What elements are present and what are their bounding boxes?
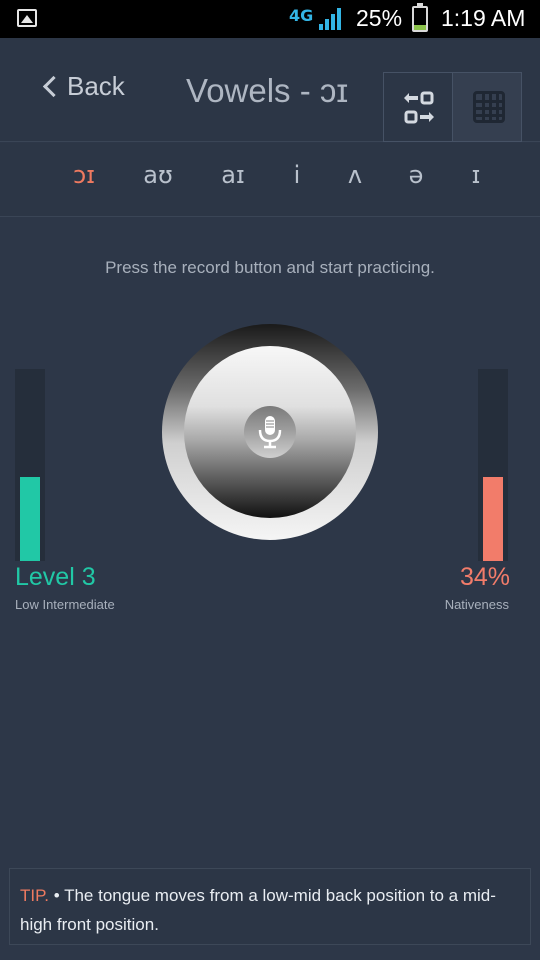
- battery-icon: [412, 3, 428, 32]
- tip-label: TIP.: [20, 886, 49, 905]
- tip-body: • The tongue moves from a low-mid back p…: [20, 886, 496, 934]
- microphone-icon: [258, 416, 282, 449]
- tab-schwa[interactable]: ə: [409, 161, 424, 189]
- nativeness-meter: [478, 369, 508, 561]
- nativeness-label: Nativeness: [444, 597, 509, 612]
- signal-icon: [319, 8, 341, 30]
- nativeness-meter-fill: [483, 476, 503, 561]
- tab-small-i[interactable]: ɪ: [472, 161, 481, 189]
- level-value: Level 3: [15, 563, 96, 591]
- tab-ai[interactable]: aɪ: [221, 161, 245, 189]
- tab-wedge[interactable]: ʌ: [348, 161, 362, 189]
- level-description: Low Intermediate: [15, 597, 115, 612]
- page-title: Vowels - ɔɪ: [186, 72, 349, 109]
- tip-text: TIP. • The tongue moves from a low-mid b…: [20, 881, 520, 939]
- nativeness-value: 34%: [459, 563, 510, 591]
- compare-icon: [404, 91, 434, 124]
- header: Back Vowels - ɔɪ: [0, 38, 540, 142]
- back-button[interactable]: Back: [42, 71, 125, 102]
- status-bar: 4G 25% 1:19 AM: [0, 0, 540, 38]
- phoneme-tabs: ɔɪ aʊ aɪ i ʌ ə ɪ: [0, 143, 540, 217]
- battery-level: [414, 24, 426, 30]
- clock: 1:19 AM: [441, 5, 526, 31]
- network-type: 4G: [289, 6, 314, 25]
- mic-button[interactable]: [244, 406, 296, 458]
- chevron-left-icon: [42, 75, 65, 98]
- record-button[interactable]: [162, 324, 378, 540]
- grid-icon: [473, 91, 505, 123]
- tab-oi[interactable]: ɔɪ: [73, 161, 95, 189]
- tab-au[interactable]: aʊ: [143, 161, 173, 189]
- compare-button[interactable]: [383, 72, 453, 142]
- tip-box: TIP. • The tongue moves from a low-mid b…: [9, 868, 531, 945]
- tab-i[interactable]: i: [294, 161, 301, 189]
- level-meter: [15, 369, 45, 561]
- gallery-icon: [17, 9, 37, 27]
- grid-button[interactable]: [452, 72, 522, 142]
- record-button-inner: [184, 346, 356, 518]
- back-label: Back: [67, 71, 125, 101]
- level-meter-fill: [20, 476, 40, 561]
- battery-percent: 25%: [356, 5, 403, 31]
- instruction-text: Press the record button and start practi…: [105, 258, 435, 277]
